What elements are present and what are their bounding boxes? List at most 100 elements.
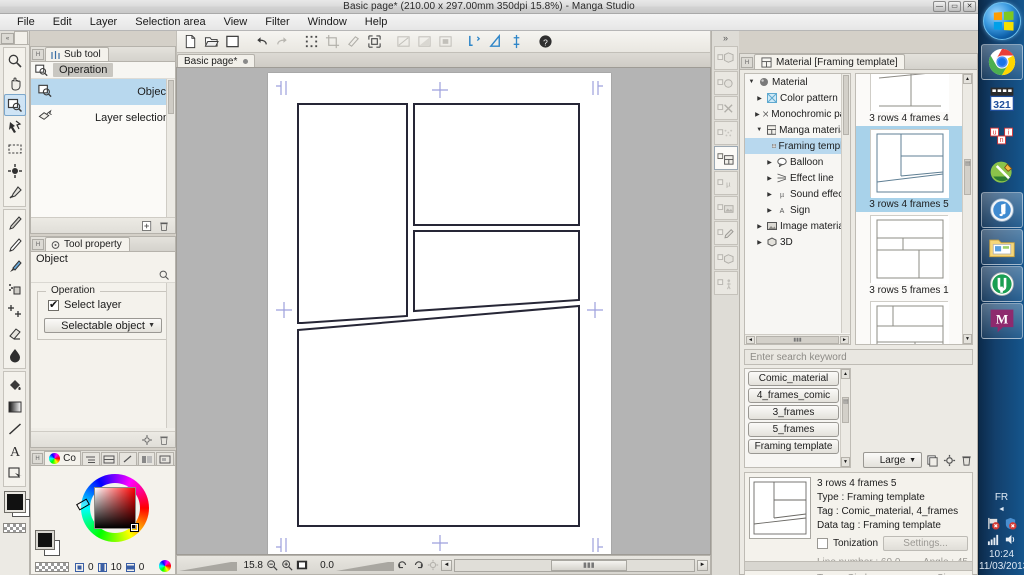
tree-node-sign[interactable]: ▶ A Sign <box>745 202 850 218</box>
tray-language[interactable]: FR <box>979 492 1024 503</box>
tray-time[interactable]: 10:24 <box>979 549 1024 561</box>
tag-comic-material[interactable]: Comic_material <box>748 371 839 386</box>
thumbnails-scroll-up[interactable]: ▲ <box>963 74 972 84</box>
material-monochromic-pattern-icon[interactable] <box>713 96 738 120</box>
deselect-icon[interactable] <box>301 32 321 51</box>
toolbar-collapse-icon[interactable]: « <box>1 33 14 44</box>
hand-tool[interactable] <box>4 72 26 94</box>
eraser-tool[interactable] <box>4 322 26 344</box>
gradient-tool[interactable] <box>4 396 26 418</box>
taskbar-item-unin[interactable]: uin <box>981 118 1023 154</box>
taskbar-item-media-player-classic[interactable]: 321 <box>981 81 1023 117</box>
thumbnail-item[interactable]: 3 rows 5 frames 1 <box>856 212 962 298</box>
hscroll-left-arrow[interactable]: ◄ <box>441 559 452 571</box>
material-tree-vscrollbar[interactable] <box>841 74 850 333</box>
sub-tool-item-object[interactable]: Object <box>31 79 175 105</box>
zoom-slider[interactable] <box>179 560 237 571</box>
zoom-out-icon[interactable] <box>265 559 278 572</box>
tab-color-wheel[interactable]: Co <box>44 451 81 465</box>
sv-cursor[interactable] <box>130 523 139 532</box>
select-layer-checkbox[interactable] <box>48 298 59 311</box>
tab-sub-tool[interactable]: Sub tool <box>45 47 109 61</box>
chevron-right-icon[interactable]: ▶ <box>765 207 774 214</box>
rotate-value[interactable]: 0.0 <box>310 560 334 571</box>
document-tab-basic-page[interactable]: Basic page* <box>177 54 256 67</box>
thumbnails-scroll-thumb[interactable]: ▤ <box>964 159 971 195</box>
tag-framing-template[interactable]: Framing template <box>748 439 839 454</box>
rotate-left-icon[interactable] <box>396 559 409 572</box>
special-ruler-snap-icon[interactable] <box>485 32 505 51</box>
move-layer-tool[interactable] <box>4 116 26 138</box>
thumbnail-item[interactable]: 3 rows 5 frames 2 <box>856 298 962 344</box>
material-sound-effect-icon[interactable]: µ <box>713 171 738 195</box>
zoom-tool[interactable] <box>4 50 26 72</box>
sub-tool-collapse-icon[interactable]: H <box>32 49 44 60</box>
material-thumbnail-list[interactable]: 3 rows 4 frames 4 3 rows 4 frames 5 3 ro… <box>855 73 973 345</box>
material-settings-icon[interactable] <box>942 453 956 468</box>
tool-property-settings-icon[interactable] <box>141 434 153 446</box>
menu-edit[interactable]: Edit <box>44 15 81 29</box>
fill-selection-icon[interactable] <box>393 32 413 51</box>
open-file-icon[interactable] <box>201 32 221 51</box>
tag-list-scrollbar[interactable]: ▲ ▤ ▼ <box>840 369 850 467</box>
tool-property-scrollbar[interactable] <box>166 283 175 428</box>
material-tree-hscrollbar[interactable]: ◄ ▮▮▮ ► <box>745 334 850 344</box>
zoom-value[interactable]: 15.8 <box>239 560 263 571</box>
tree-node-image-material[interactable]: ▶ Image material <box>745 218 850 234</box>
tool-property-collapse-icon[interactable]: H <box>32 239 44 250</box>
tag-scroll-down[interactable]: ▼ <box>841 457 850 467</box>
reset-rotation-icon[interactable] <box>426 559 439 572</box>
fit-to-screen-icon[interactable] <box>295 559 308 572</box>
zoom-in-icon[interactable] <box>280 559 293 572</box>
taskbar-item-utorrent[interactable] <box>980 266 1023 302</box>
material-object-icon[interactable] <box>713 246 738 270</box>
ruler-snap-icon[interactable] <box>464 32 484 51</box>
material-tag-list[interactable]: Comic_material 4_frames_comic 3_frames 5… <box>744 368 851 468</box>
menu-help[interactable]: Help <box>356 15 397 29</box>
tab-color-history[interactable] <box>119 452 137 465</box>
tree-hscroll-left[interactable]: ◄ <box>746 335 755 344</box>
tree-hscroll-thumb[interactable]: ▮▮▮ <box>756 335 839 344</box>
thumbnail-size-combo[interactable]: Large ▼ <box>863 452 922 468</box>
menu-file[interactable]: File <box>8 15 44 29</box>
redo-icon[interactable] <box>272 32 292 51</box>
shrink-selection-icon[interactable] <box>364 32 384 51</box>
chevron-down-icon[interactable]: ▼ <box>747 79 756 85</box>
tree-node-monochromic-pattern[interactable]: ▶ Monochromic pat <box>745 106 850 122</box>
taskbar-item-chrome[interactable] <box>980 44 1023 80</box>
erase-selection-icon[interactable] <box>343 32 363 51</box>
crop-icon[interactable] <box>322 32 342 51</box>
menu-layer[interactable]: Layer <box>81 15 127 29</box>
material-edit-icon[interactable] <box>713 221 738 245</box>
tab-navigator[interactable] <box>156 452 175 465</box>
maximize-button[interactable]: ▭ <box>948 1 961 12</box>
brush-tool[interactable] <box>4 256 26 278</box>
material-framing-template-icon[interactable] <box>713 146 738 170</box>
pen-tool[interactable] <box>4 212 26 234</box>
chevron-right-icon[interactable]: ▶ <box>765 191 774 198</box>
tonization-settings-button[interactable]: Settings... <box>883 536 968 551</box>
selection-layer-icon[interactable] <box>435 32 455 51</box>
taskbar-item-manga-studio[interactable]: M <box>980 303 1023 339</box>
help-icon[interactable]: ? <box>535 32 555 51</box>
hscroll-thumb[interactable]: ▮▮▮ <box>550 559 628 571</box>
tag-5-frames[interactable]: 5_frames <box>748 422 839 437</box>
tree-node-balloon[interactable]: ▶ Balloon <box>745 154 850 170</box>
material-thumbnails-scrollbar[interactable]: ▲ ▤ ▼ <box>962 74 972 344</box>
new-sub-tool-icon[interactable] <box>141 220 153 232</box>
chevron-right-icon[interactable]: ▶ <box>755 239 764 246</box>
sub-tool-scrollbar[interactable] <box>166 79 175 229</box>
tree-node-color-pattern[interactable]: ▶ Color pattern <box>745 90 850 106</box>
decoration-tool[interactable] <box>4 300 26 322</box>
new-material-icon[interactable] <box>925 453 939 468</box>
canvas-area[interactable] <box>176 67 711 555</box>
right-strip-expand-icon[interactable]: » <box>712 31 739 45</box>
frame-border-tool[interactable] <box>4 462 26 484</box>
chevron-right-icon[interactable]: ▶ <box>765 175 774 182</box>
eyedropper-tool[interactable] <box>4 182 26 204</box>
canvas-hscrollbar[interactable]: ▮▮▮ <box>454 558 695 572</box>
saturation-value-square[interactable] <box>94 487 139 532</box>
thumbnail-item[interactable]: 3 rows 4 frames 5 <box>856 126 962 212</box>
network-icon[interactable] <box>987 533 1000 546</box>
manga-page[interactable] <box>268 73 611 554</box>
